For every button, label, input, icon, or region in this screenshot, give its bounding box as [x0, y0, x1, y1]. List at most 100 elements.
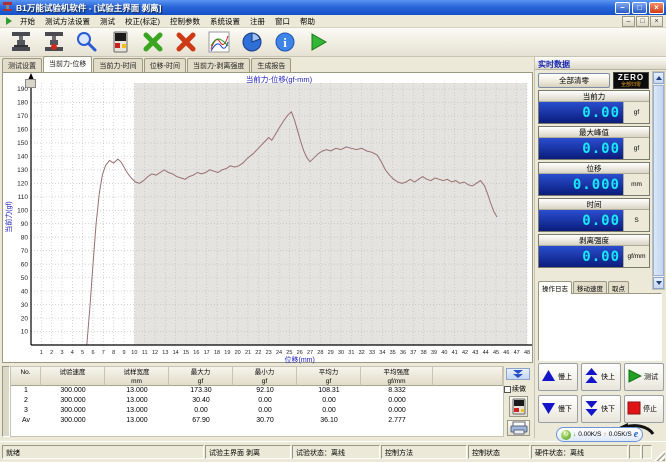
svg-text:28: 28 — [317, 350, 323, 356]
column-header[interactable]: No. — [11, 367, 41, 386]
meter-display-row: 0.00gf/mm — [539, 246, 649, 267]
jog-fast-down-arrow[interactable]: 快下 — [581, 395, 621, 423]
chart-options-button[interactable] — [25, 79, 36, 88]
mdi-close-button[interactable]: × — [650, 16, 663, 27]
curves-chart-icon[interactable] — [206, 29, 232, 55]
svg-text:34: 34 — [379, 350, 385, 356]
machine-offline-icon[interactable] — [8, 29, 34, 55]
scrollbar-thumb[interactable] — [653, 85, 664, 276]
preview-magnifier-icon[interactable] — [74, 29, 100, 55]
menu-system-settings[interactable]: 系统设置 — [205, 16, 245, 27]
svg-text:位移(mm): 位移(mm) — [285, 355, 315, 364]
jog-fast-up-arrow[interactable]: 快上 — [581, 363, 621, 391]
svg-text:8: 8 — [112, 350, 115, 356]
svg-text:3: 3 — [60, 350, 63, 356]
restore-button[interactable]: □ — [632, 2, 647, 14]
status-field-empty — [629, 445, 641, 459]
menu-start[interactable]: 开始 — [15, 16, 40, 27]
svg-text:当前力(gf): 当前力(gf) — [4, 201, 13, 233]
scroll-down-button[interactable] — [653, 277, 664, 289]
panel-scrollbar[interactable] — [652, 71, 665, 290]
tab-force-peel-strength[interactable]: 当前力-剥离强度 — [187, 58, 250, 72]
tab-force-time[interactable]: 当前力-时间 — [93, 58, 142, 72]
zero-button[interactable]: ZERO 全部归零 — [613, 72, 649, 89]
column-header[interactable]: 最大力gf — [169, 367, 233, 386]
svg-text:14: 14 — [173, 350, 179, 356]
table-cell: 300.000 — [41, 416, 105, 426]
tab-report[interactable]: 生成报告 — [251, 58, 291, 72]
resize-grip[interactable] — [654, 450, 665, 461]
clear-green-x-icon[interactable] — [140, 29, 166, 55]
column-header[interactable]: 最小力gf — [233, 367, 297, 386]
start-play-icon[interactable] — [305, 29, 331, 55]
svg-text:10: 10 — [131, 350, 137, 356]
svg-text:4: 4 — [71, 350, 74, 356]
info-icon[interactable]: i — [272, 29, 298, 55]
table-cell: 92.10 — [233, 386, 297, 396]
svg-text:180: 180 — [17, 100, 28, 107]
svg-text:当前力-位移(gf-mm): 当前力-位移(gf-mm) — [246, 74, 313, 84]
svg-text:36: 36 — [400, 350, 406, 356]
table-row[interactable]: 2300.00013.00030.400.000.000.000 — [11, 396, 503, 406]
operation-log-list[interactable] — [538, 293, 662, 361]
menu-control-params[interactable]: 控制参数 — [165, 16, 205, 27]
table-cell: 300.000 — [41, 396, 105, 406]
tab-test-settings[interactable]: 测试设置 — [2, 58, 42, 72]
table-row[interactable]: 3300.00013.0000.000.000.000.000 — [11, 406, 503, 416]
log-tab-operation-log[interactable]: 操作日志 — [538, 281, 572, 294]
continue-checkbox[interactable] — [504, 386, 511, 393]
status-test-state: 试验状态：离线 — [292, 445, 380, 459]
table-row[interactable]: 1300.00013.000173.3092.10108.318.332 — [11, 386, 503, 396]
svg-text:29: 29 — [328, 350, 334, 356]
menu-calibration[interactable]: 校正(标定) — [120, 16, 165, 27]
zero-all-button[interactable]: 全部清零 — [538, 73, 610, 88]
minimize-button[interactable]: – — [615, 2, 630, 14]
status-main-screen: 试验主界面 剥离 — [205, 445, 291, 459]
table-cell: 108.31 — [297, 386, 361, 396]
jog-test-play[interactable]: 测试 — [624, 363, 664, 391]
tab-force-displacement[interactable]: 当前力-位移 — [43, 56, 92, 72]
jog-stop[interactable]: 停止 — [624, 395, 664, 423]
table-cell: 67.90 — [169, 416, 233, 426]
svg-text:19: 19 — [224, 350, 230, 356]
jog-slow-up-arrow[interactable]: 慢上 — [538, 363, 578, 391]
svg-text:42: 42 — [462, 350, 468, 356]
svg-text:39: 39 — [431, 350, 437, 356]
column-header[interactable]: 平均力gf — [297, 367, 361, 386]
mdi-restore-button[interactable]: □ — [636, 16, 649, 27]
column-header[interactable]: 平均强度gf/mm — [361, 367, 433, 386]
column-header[interactable]: 试样宽度mm — [105, 367, 169, 386]
print-button[interactable] — [507, 420, 530, 436]
svg-text:27: 27 — [307, 350, 313, 356]
memory-card-icon[interactable] — [107, 29, 133, 55]
column-header[interactable]: 试验速度 — [41, 367, 105, 386]
jog-slow-down-arrow[interactable]: 慢下 — [538, 395, 578, 423]
delete-red-x-icon[interactable] — [173, 29, 199, 55]
collapse-table-button[interactable] — [506, 368, 530, 380]
fast-up-arrow-icon — [584, 368, 599, 386]
menu-test[interactable]: 测试 — [95, 16, 120, 27]
svg-text:44: 44 — [483, 350, 489, 356]
pie-chart-icon[interactable] — [239, 29, 265, 55]
machine-online-icon[interactable] — [41, 29, 67, 55]
table-row[interactable]: Av300.00013.00067.9030.7036.102.777 — [11, 416, 503, 426]
slow-down-arrow-icon — [541, 401, 556, 417]
memory-card-button[interactable] — [509, 396, 528, 417]
menu-register[interactable]: 注册 — [245, 16, 270, 27]
net-speed-widget[interactable]: ↻ ↓ 0.00K/S ↑ 0.05K/S e — [556, 427, 643, 442]
meter-label: 剥离强度 — [539, 235, 649, 246]
table-cell: 30.70 — [233, 416, 297, 426]
continue-checkbox-label: 续做 — [512, 384, 526, 394]
svg-text:21: 21 — [245, 350, 251, 356]
meter-display-row: 0.000mm — [539, 174, 649, 195]
menu-window[interactable]: 窗口 — [270, 16, 295, 27]
jog-label: 快下 — [601, 404, 615, 414]
mdi-minimize-button[interactable]: – — [622, 16, 635, 27]
menu-test-method-setup[interactable]: 测试方法设置 — [40, 16, 95, 27]
svg-text:120: 120 — [17, 181, 28, 188]
close-button[interactable]: × — [649, 2, 664, 14]
browser-icon[interactable]: e — [634, 429, 638, 440]
tab-displacement-time[interactable]: 位移-时间 — [144, 58, 186, 72]
menu-help[interactable]: 帮助 — [295, 16, 320, 27]
scroll-up-button[interactable] — [653, 72, 664, 84]
